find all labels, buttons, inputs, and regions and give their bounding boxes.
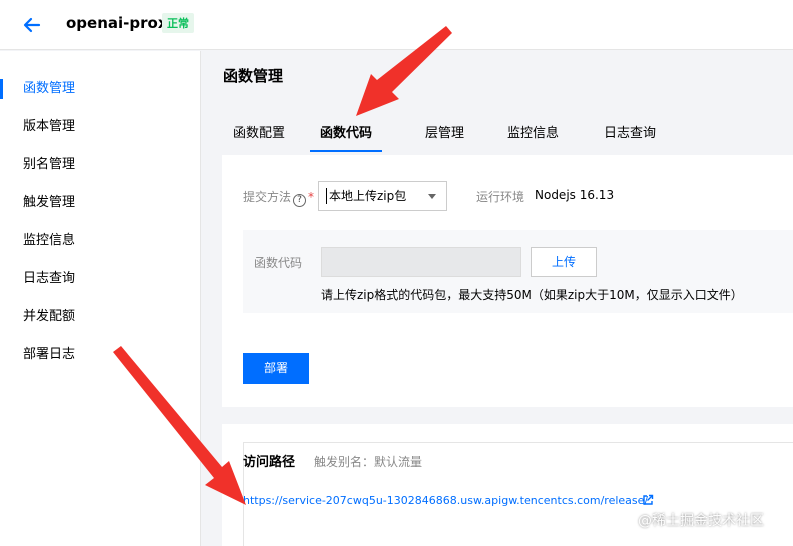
- submit-method-label: 提交方法? *: [243, 190, 315, 207]
- sidebar-item-version-management[interactable]: 版本管理: [0, 111, 200, 143]
- sidebar-item-function-management[interactable]: 函数管理: [0, 73, 200, 105]
- status-badge: 正常: [162, 13, 194, 33]
- upload-button[interactable]: 上传: [531, 247, 597, 277]
- submit-method-select[interactable]: 本地上传zip包: [318, 181, 447, 211]
- upload-hint: 请上传zip格式的代码包，最大支持50M（如果zip大于10M，仅显示入口文件）: [321, 288, 743, 302]
- sidebar-item-trigger-management[interactable]: 触发管理: [0, 187, 200, 219]
- function-code-label: 函数代码: [254, 256, 303, 270]
- back-arrow-icon[interactable]: [20, 13, 44, 37]
- access-url-link[interactable]: https://service-207cwq5u-1302846868.usw.…: [243, 494, 648, 507]
- page-title: 函数管理: [223, 67, 284, 85]
- text-cursor: [326, 188, 327, 204]
- sidebar-item-deploy-log[interactable]: 部署日志: [0, 339, 200, 371]
- submit-method-value: 本地上传zip包: [329, 189, 407, 203]
- code-settings-card: 提交方法? * 本地上传zip包 运行环境 Nodejs 16.13 函数代码 上…: [222, 155, 793, 407]
- top-header: openai-proxy 正常: [0, 0, 793, 50]
- sidebar-item-log-query[interactable]: 日志查询: [0, 263, 200, 295]
- deploy-button[interactable]: 部署: [243, 353, 309, 384]
- sidebar-item-alias-management[interactable]: 别名管理: [0, 149, 200, 181]
- trigger-alias: 触发别名：默认流量: [314, 455, 423, 469]
- sidebar: 函数管理 版本管理 别名管理 触发管理 监控信息 日志查询 并发配额 部署日志: [0, 51, 201, 546]
- tab-monitoring[interactable]: 监控信息: [507, 118, 559, 152]
- sidebar-item-concurrency-quota[interactable]: 并发配额: [0, 301, 200, 333]
- access-path-title: 访问路径: [243, 455, 296, 470]
- watermark: @稀土掘金技术社区: [638, 513, 764, 529]
- function-name: openai-proxy: [66, 14, 178, 32]
- tab-bar: 函数配置 函数代码 层管理 监控信息 日志查询: [222, 118, 793, 152]
- external-link-icon[interactable]: [642, 494, 654, 506]
- help-icon[interactable]: ?: [293, 194, 307, 207]
- chevron-down-icon: [428, 194, 436, 199]
- runtime-label: 运行环境: [476, 190, 525, 204]
- tab-log-query[interactable]: 日志查询: [604, 118, 656, 152]
- file-path-field[interactable]: [321, 247, 521, 277]
- required-mark: *: [308, 190, 315, 204]
- tab-function-code[interactable]: 函数代码: [310, 118, 383, 152]
- sidebar-item-monitoring[interactable]: 监控信息: [0, 225, 200, 257]
- tab-layer-management[interactable]: 层管理: [425, 118, 464, 152]
- tab-function-config[interactable]: 函数配置: [233, 118, 285, 152]
- upload-area: 函数代码 上传 请上传zip格式的代码包，最大支持50M（如果zip大于10M，…: [243, 230, 793, 313]
- runtime-value: Nodejs 16.13: [535, 188, 615, 202]
